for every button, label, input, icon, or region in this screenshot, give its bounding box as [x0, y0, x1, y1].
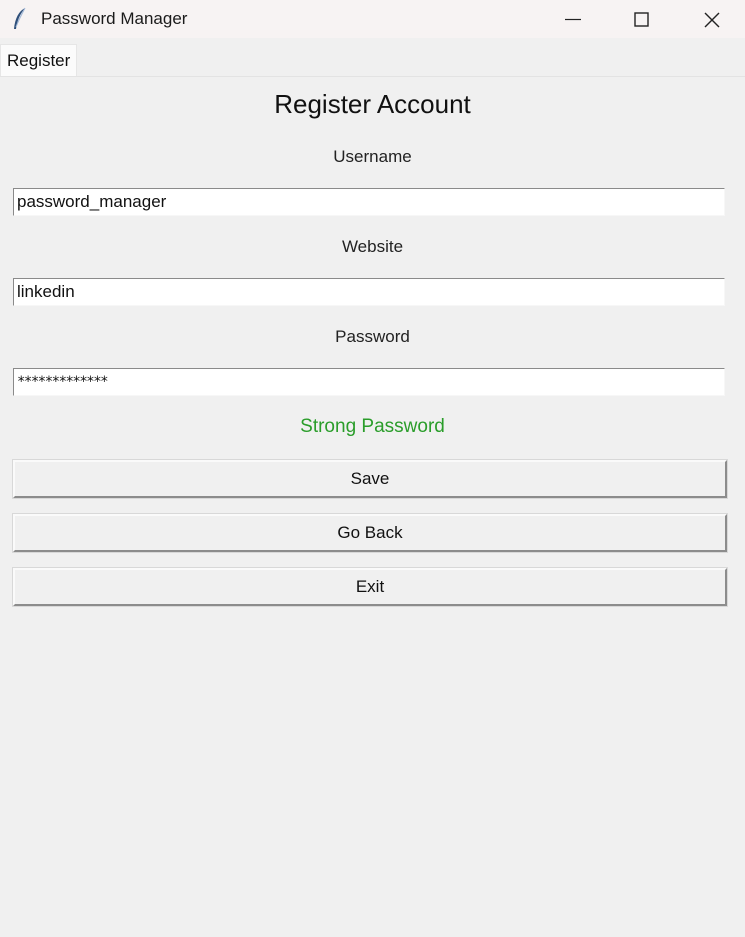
minimize-icon — [565, 18, 581, 21]
window-title: Password Manager — [41, 9, 188, 28]
username-label: Username — [333, 147, 412, 166]
tab-register[interactable]: Register — [0, 44, 78, 76]
app-window: Password Manager Register Register Accou… — [0, 0, 745, 937]
minimize-button[interactable] — [549, 0, 595, 38]
website-label: Website — [341, 237, 404, 256]
page-title: Register Account — [274, 89, 471, 119]
maximize-button[interactable] — [618, 0, 664, 38]
go-back-button[interactable]: Go Back — [13, 514, 727, 552]
website-field[interactable]: linkedin — [13, 278, 725, 306]
maximize-icon — [634, 12, 649, 27]
password-label: Password — [335, 327, 410, 346]
password-field[interactable]: ************* — [13, 368, 725, 396]
feather-icon — [12, 7, 28, 31]
password-strength-label: Strong Password — [300, 416, 445, 437]
notebook-tab-bar: Register — [0, 38, 745, 77]
username-field[interactable]: password_manager — [13, 188, 725, 216]
save-button[interactable]: Save — [13, 460, 727, 498]
exit-button[interactable]: Exit — [13, 568, 727, 606]
close-button[interactable] — [688, 0, 734, 38]
close-icon — [704, 12, 720, 28]
title-bar[interactable]: Password Manager — [0, 0, 745, 38]
